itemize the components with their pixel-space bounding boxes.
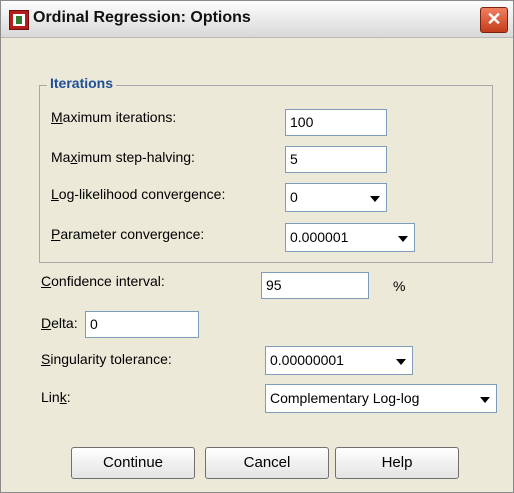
loglik-convergence-select[interactable]: 0: [285, 183, 387, 212]
close-button[interactable]: ✕: [480, 7, 508, 33]
dropdown-arrow-icon: [480, 397, 490, 403]
dropdown-arrow-icon: [398, 236, 408, 242]
singularity-tolerance-select[interactable]: 0.00000001: [265, 346, 413, 375]
singularity-tolerance-label: Singularity tolerance:: [41, 351, 172, 367]
options-dialog: Ordinal Regression: Options ✕ Iterations…: [0, 0, 514, 493]
dropdown-arrow-icon: [370, 196, 380, 202]
delta-input[interactable]: 0: [85, 311, 199, 338]
loglik-convergence-value: 0: [290, 189, 298, 205]
confidence-interval-label: Confidence interval:: [41, 273, 165, 289]
dialog-title: Ordinal Regression: Options: [33, 9, 251, 26]
max-iterations-input[interactable]: 100: [285, 109, 387, 136]
singularity-tolerance-value: 0.00000001: [270, 352, 344, 368]
title-bar: Ordinal Regression: Options ✕: [1, 1, 513, 38]
parameter-convergence-select[interactable]: 0.000001: [285, 223, 415, 252]
link-value: Complementary Log-log: [270, 390, 420, 406]
continue-button[interactable]: Continue: [71, 447, 195, 479]
confidence-interval-input[interactable]: 95: [261, 272, 369, 299]
link-select[interactable]: Complementary Log-log: [265, 384, 497, 413]
delta-label: Delta:: [41, 315, 78, 331]
app-icon: [9, 10, 29, 30]
link-label: Link:: [41, 389, 71, 405]
max-step-halving-input[interactable]: 5: [285, 146, 387, 173]
max-step-halving-label: Maximum step-halving:: [51, 149, 195, 165]
cancel-button[interactable]: Cancel: [205, 447, 329, 479]
dropdown-arrow-icon: [396, 359, 406, 365]
percent-unit-label: %: [393, 278, 406, 294]
help-button[interactable]: Help: [335, 447, 459, 479]
parameter-convergence-value: 0.000001: [290, 229, 349, 245]
max-iterations-label: Maximum iterations:: [51, 109, 177, 125]
parameter-convergence-label: Parameter convergence:: [51, 226, 205, 242]
loglik-convergence-label: Log-likelihood convergence:: [51, 186, 226, 202]
iterations-group-title: Iterations: [47, 75, 117, 91]
